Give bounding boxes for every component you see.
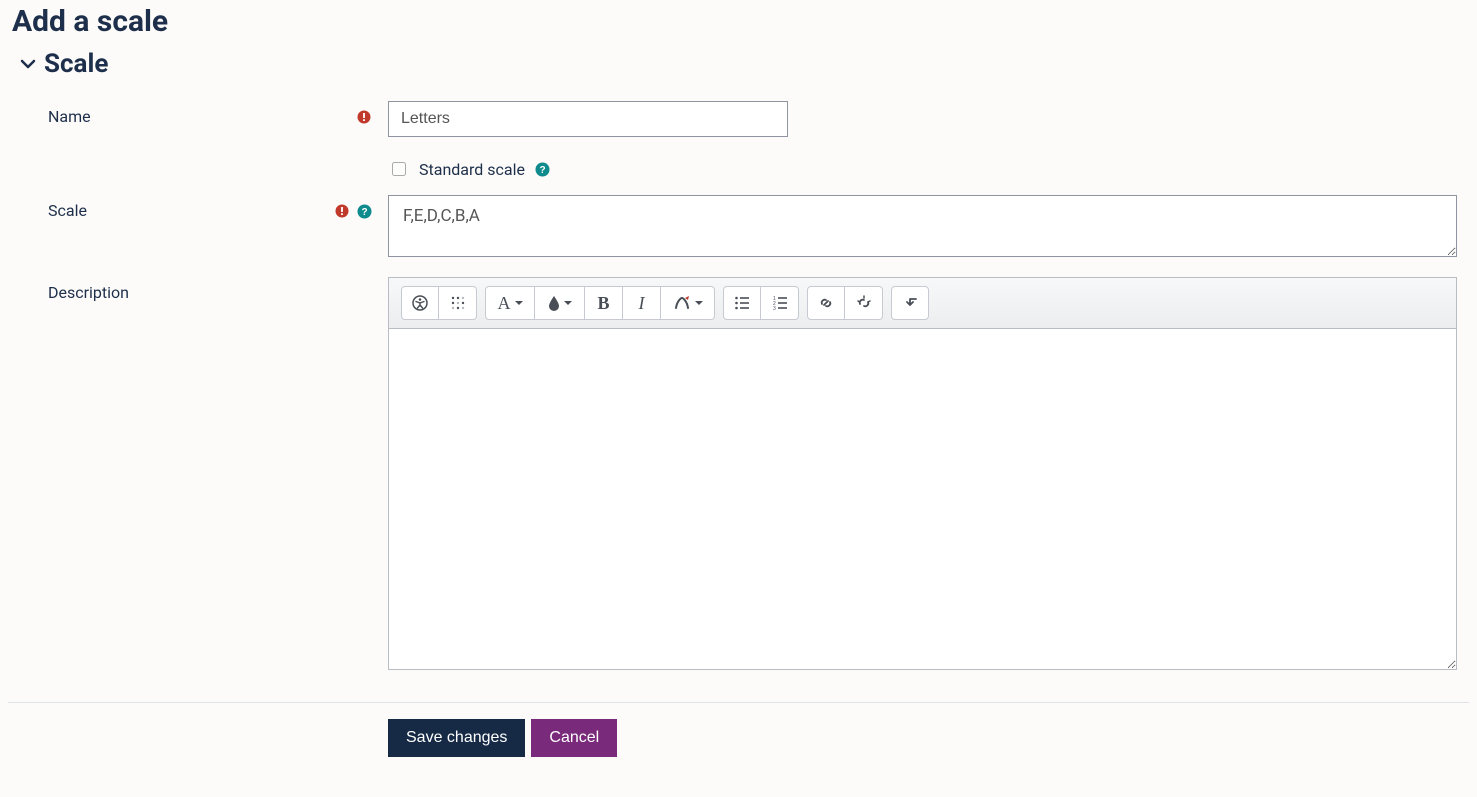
scale-input[interactable]: [388, 195, 1457, 257]
ordered-list-button[interactable]: 123: [761, 286, 799, 320]
accessibility-helper-button[interactable]: [401, 286, 439, 320]
bold-button[interactable]: B: [585, 286, 623, 320]
svg-text:?: ?: [361, 207, 367, 218]
required-icon: [334, 203, 350, 219]
unlink-button[interactable]: [845, 286, 883, 320]
font-color-button[interactable]: [535, 286, 585, 320]
section-title: Scale: [44, 49, 108, 79]
caret-down-icon: [564, 299, 572, 307]
row-scale: Scale ?: [8, 187, 1469, 269]
screenreader-helper-button[interactable]: [439, 286, 477, 320]
row-name: Name Standard scale ?: [8, 93, 1469, 187]
editor-toolbar: A B I: [389, 278, 1456, 329]
section-toggle-scale[interactable]: Scale: [20, 49, 1469, 79]
paragraph-styles-button[interactable]: A: [485, 286, 535, 320]
row-description: Description: [8, 269, 1469, 678]
name-input[interactable]: [388, 101, 788, 137]
cancel-button[interactable]: Cancel: [531, 719, 617, 757]
caret-down-icon: [515, 299, 523, 307]
standard-scale-checkbox[interactable]: [392, 162, 406, 176]
standard-scale-label: Standard scale: [419, 160, 525, 179]
chevron-down-icon: [20, 56, 36, 72]
label-name: Name: [8, 101, 308, 126]
page-title: Add a scale: [12, 4, 1469, 39]
italic-button[interactable]: I: [623, 286, 661, 320]
required-icon: [356, 109, 372, 125]
expand-toolbar-button[interactable]: [891, 286, 929, 320]
help-icon[interactable]: ?: [535, 161, 551, 177]
svg-text:3: 3: [773, 306, 776, 311]
description-editor: A B I: [388, 277, 1457, 670]
help-icon[interactable]: ?: [356, 203, 372, 219]
label-description: Description: [8, 277, 308, 302]
save-button[interactable]: Save changes: [388, 719, 525, 757]
more-font-button[interactable]: [661, 286, 715, 320]
description-textarea[interactable]: [389, 329, 1456, 669]
label-scale: Scale: [8, 195, 308, 220]
unordered-list-button[interactable]: [723, 286, 761, 320]
link-button[interactable]: [807, 286, 845, 320]
svg-text:?: ?: [540, 165, 546, 176]
caret-down-icon: [695, 299, 703, 307]
